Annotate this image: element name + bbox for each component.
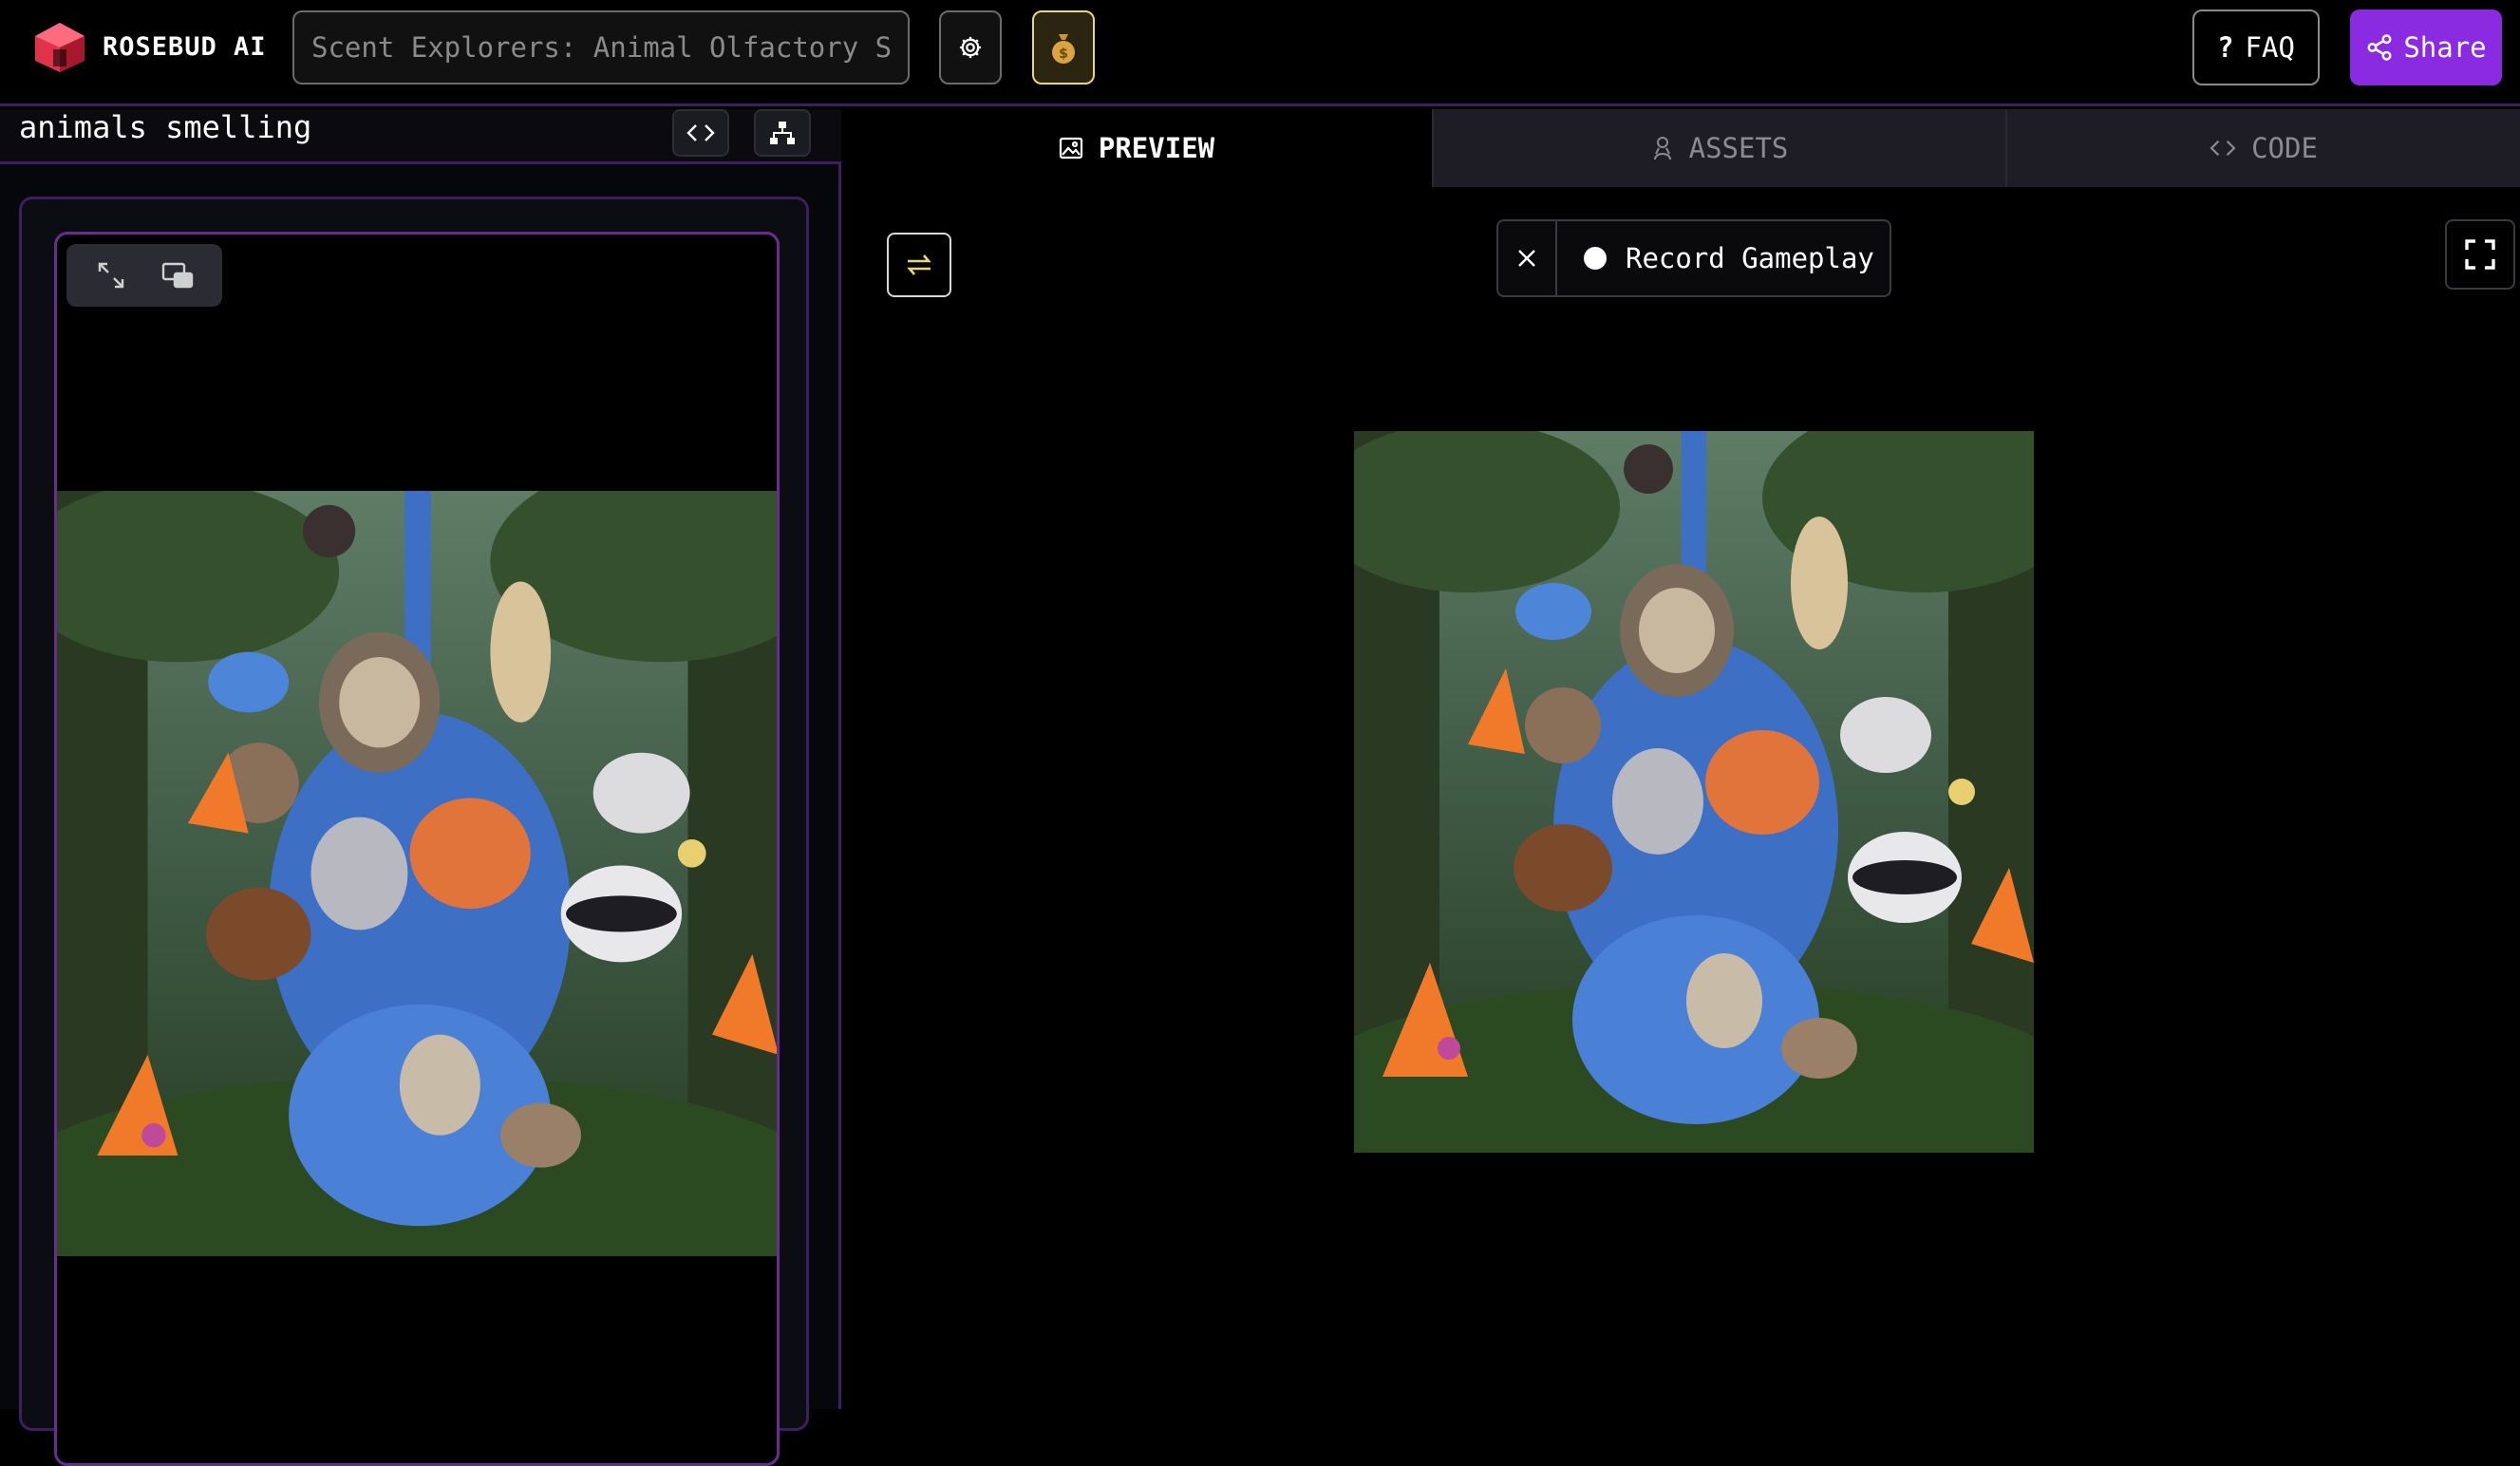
close-record-button[interactable] xyxy=(1498,221,1557,295)
record-label: Record Gameplay xyxy=(1626,242,1874,274)
share-label: Share xyxy=(2403,31,2487,64)
image-icon xyxy=(1059,137,1082,160)
brand-name[interactable]: ROSEBUD AI xyxy=(103,32,267,62)
tab-preview-label: PREVIEW xyxy=(1098,132,1215,164)
game-preview-image-small[interactable] xyxy=(57,491,779,1256)
settings-button[interactable] xyxy=(939,10,1002,85)
expand-icon[interactable] xyxy=(96,260,126,291)
question-mark-icon: ? xyxy=(2217,31,2234,64)
money-bag-icon: $ xyxy=(1052,34,1075,64)
tab-assets[interactable]: ASSETS xyxy=(1432,109,2005,187)
share-button[interactable]: Share xyxy=(2350,9,2502,85)
sitemap-icon xyxy=(770,122,795,144)
game-preview-image[interactable] xyxy=(1354,431,2034,1153)
record-gameplay-button[interactable]: Record Gameplay xyxy=(1557,242,1874,274)
game-title-input[interactable] xyxy=(292,10,910,85)
svg-text:$: $ xyxy=(1059,47,1068,62)
record-gameplay-bar: Record Gameplay xyxy=(1496,219,1891,297)
view-tabs: PREVIEW ASSETS CODE xyxy=(841,109,2520,187)
tab-assets-label: ASSETS xyxy=(1688,132,1789,164)
fullscreen-icon xyxy=(2465,239,2495,270)
tab-preview[interactable]: PREVIEW xyxy=(841,109,1432,187)
structure-view-button[interactable] xyxy=(754,109,811,157)
prompt-title: animals smelling xyxy=(19,109,312,145)
mini-toolbar xyxy=(66,244,222,307)
code-icon xyxy=(2210,140,2236,157)
top-bar: ROSEBUD AI $ ? FAQ Share xyxy=(0,0,2520,106)
close-icon xyxy=(1518,250,1535,267)
tab-code-label: CODE xyxy=(2251,132,2318,164)
credits-button[interactable]: $ xyxy=(1032,10,1095,85)
left-panel-header: animals smelling xyxy=(0,109,841,164)
fullscreen-button[interactable] xyxy=(2445,219,2515,290)
tab-code[interactable]: CODE xyxy=(2005,109,2520,187)
left-panel: animals smelling xyxy=(0,109,841,1466)
share-icon xyxy=(2367,34,2392,61)
mobile-preview-frame xyxy=(54,232,780,1466)
picture-in-picture-icon[interactable] xyxy=(161,262,194,289)
mobile-preview-card xyxy=(19,197,809,1466)
code-view-button[interactable] xyxy=(672,109,729,157)
faq-button[interactable]: ? FAQ xyxy=(2192,9,2320,85)
record-dot-icon xyxy=(1584,247,1607,270)
gear-icon xyxy=(959,36,982,59)
loop-icon xyxy=(907,254,931,275)
preview-stage: Record Gameplay xyxy=(844,187,2520,1409)
rosebud-logo-icon[interactable] xyxy=(32,21,87,74)
assets-icon xyxy=(1653,137,1671,160)
faq-label: FAQ xyxy=(2245,31,2295,64)
restart-button[interactable] xyxy=(887,233,951,297)
code-icon xyxy=(686,124,715,141)
